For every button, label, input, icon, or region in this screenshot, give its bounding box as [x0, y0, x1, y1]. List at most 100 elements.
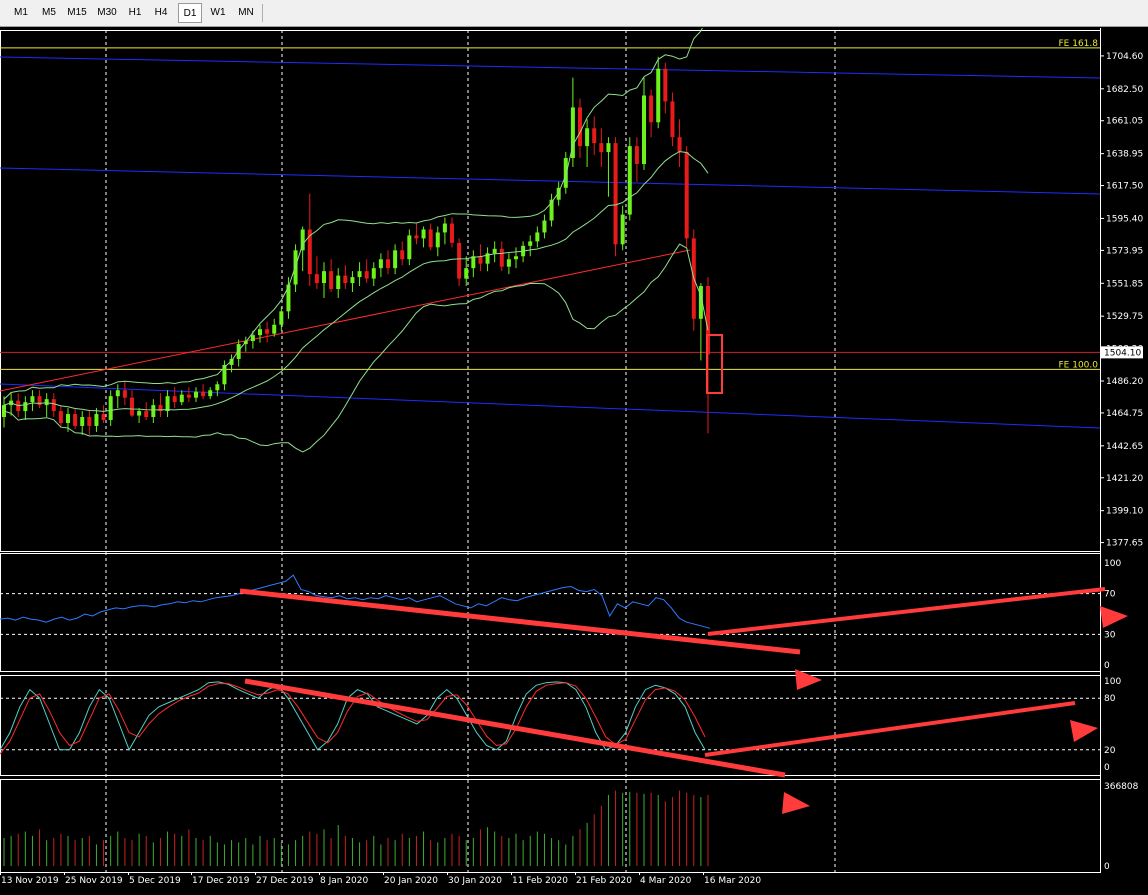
stochastic-divergence-arrow-down: [244, 678, 786, 778]
candle-body-56: [400, 250, 405, 260]
timeframe-m15-button[interactable]: M15: [64, 3, 90, 23]
candle-body-49: [350, 277, 355, 284]
candle-body-3: [23, 402, 28, 412]
bollinger-lower-band: [3, 243, 709, 453]
candle-body-45: [322, 271, 326, 284]
candle-body-50: [357, 271, 362, 278]
candle-body-4: [30, 396, 35, 403]
candle-body-6: [44, 399, 49, 406]
candle-body-82: [585, 128, 590, 147]
candle-body-91: [649, 95, 654, 123]
candle-body-28: [201, 391, 206, 397]
bollinger-upper-band: [3, 28, 703, 400]
candle-body-38: [272, 324, 277, 334]
candle-body-7: [51, 399, 56, 412]
candle-body-29: [208, 390, 213, 397]
date-label-5: 8 Jan 2020: [320, 876, 368, 886]
candle-body-55: [393, 250, 398, 269]
timeframe-w1-button[interactable]: W1: [206, 3, 230, 23]
fib-level-label-1: FE 100.0: [1059, 360, 1099, 370]
price-label-12: 1442.65: [1106, 442, 1143, 452]
stochastic-level-label-3: 0: [1104, 763, 1110, 773]
bollinger-middle-band: [3, 151, 709, 412]
panel-border-rsi: [0, 553, 1101, 672]
channel-line-upper: [0, 56, 1101, 79]
timeframe-mn-button[interactable]: MN: [234, 3, 258, 23]
price-label-0: 1704.60: [1106, 52, 1143, 62]
candle-body-96: [684, 152, 689, 239]
candle-body-65: [464, 268, 469, 279]
candle-body-25: [179, 394, 184, 403]
candle-body-35: [250, 335, 255, 342]
price-label-5: 1595.40: [1106, 214, 1143, 224]
timeframe-d1-button[interactable]: D1: [178, 3, 202, 23]
candle-body-13: [94, 414, 99, 426]
candle-body-62: [442, 223, 447, 233]
rsi-level-label-3: 0: [1104, 661, 1110, 671]
candle-body-74: [528, 241, 533, 246]
price-label-4: 1617.50: [1106, 182, 1143, 192]
volume-zero-label: 0: [1104, 862, 1110, 872]
date-label-3: 17 Dec 2019: [192, 876, 250, 886]
candle-body-11: [80, 417, 85, 426]
volume-max-label: 366808: [1104, 782, 1139, 792]
timeframe-h1-button[interactable]: H1: [124, 3, 146, 23]
price-chart[interactable]: 1704.60 1682.50 1661.05 1638.95 1617.50 1595.…: [0, 28, 1148, 895]
channel-line-lower: [0, 383, 1101, 429]
candle-body-39: [279, 311, 284, 325]
candle-body-85: [606, 143, 611, 153]
candle-body-52: [371, 268, 376, 279]
panel-border-sto: [0, 675, 1101, 776]
timeframe-m1-button[interactable]: M1: [10, 3, 32, 23]
candle-body-24: [172, 396, 177, 403]
candle-body-18: [130, 397, 134, 416]
rsi-level-label-2: 30: [1104, 630, 1116, 640]
candle-body-64: [457, 242, 462, 279]
candle-body-60: [428, 229, 433, 248]
candle-body-15: [108, 396, 113, 421]
candle-body-19: [137, 411, 142, 416]
candle-body-95: [677, 137, 682, 153]
date-label-6: 20 Jan 2020: [384, 876, 438, 886]
price-label-15: 1377.65: [1106, 539, 1143, 549]
candle-body-81: [578, 107, 582, 147]
date-label-11: 16 Mar 2020: [704, 876, 761, 886]
candle-body-61: [435, 232, 440, 248]
candle-body-21: [151, 405, 156, 418]
date-label-1: 25 Nov 2019: [65, 876, 123, 886]
rsi-arrowhead-down: [795, 669, 822, 690]
candle-body-69: [492, 248, 497, 254]
candle-body-94: [670, 101, 675, 138]
timeframe-h4-button[interactable]: H4: [150, 3, 172, 23]
candle-body-48: [343, 275, 348, 284]
candle-body-76: [542, 220, 547, 233]
candle-body-54: [386, 259, 390, 269]
timeframe-toolbar: M1 M5 M15 M30 H1 H4 D1 W1 MN: [0, 0, 1148, 27]
candle-body-33: [236, 344, 241, 359]
candle-body-79: [563, 158, 568, 188]
fib-level-label-0: FE 161.8: [1059, 39, 1099, 49]
candle-body-59: [421, 229, 426, 239]
price-label-2: 1661.05: [1106, 117, 1143, 127]
candle-body-53: [378, 259, 383, 269]
rsi-divergence-arrow-down: [239, 588, 801, 655]
price-label-6: 1573.95: [1106, 246, 1143, 256]
volume-bars-group: [3, 790, 709, 866]
timeframe-m5-button[interactable]: M5: [38, 3, 60, 23]
candle-body-86: [613, 143, 618, 245]
candle-body-26: [186, 394, 191, 398]
date-label-7: 30 Jan 2020: [448, 876, 502, 886]
stochastic-divergence-arrow-up: [704, 701, 1076, 757]
candle-body-67: [478, 256, 483, 264]
candle-body-89: [634, 146, 639, 164]
current-price-label: 1504.10: [1104, 348, 1141, 358]
price-label-1: 1682.50: [1106, 85, 1143, 95]
candle-body-92: [656, 68, 661, 123]
candle-body-16: [115, 390, 120, 397]
candle-body-70: [499, 248, 504, 267]
date-label-8: 11 Feb 2020: [512, 876, 568, 886]
timeframe-m30-button[interactable]: M30: [94, 3, 120, 23]
date-label-0: 13 Nov 2019: [1, 876, 59, 886]
price-label-11: 1464.75: [1106, 409, 1143, 419]
candles-group: [2, 56, 710, 435]
